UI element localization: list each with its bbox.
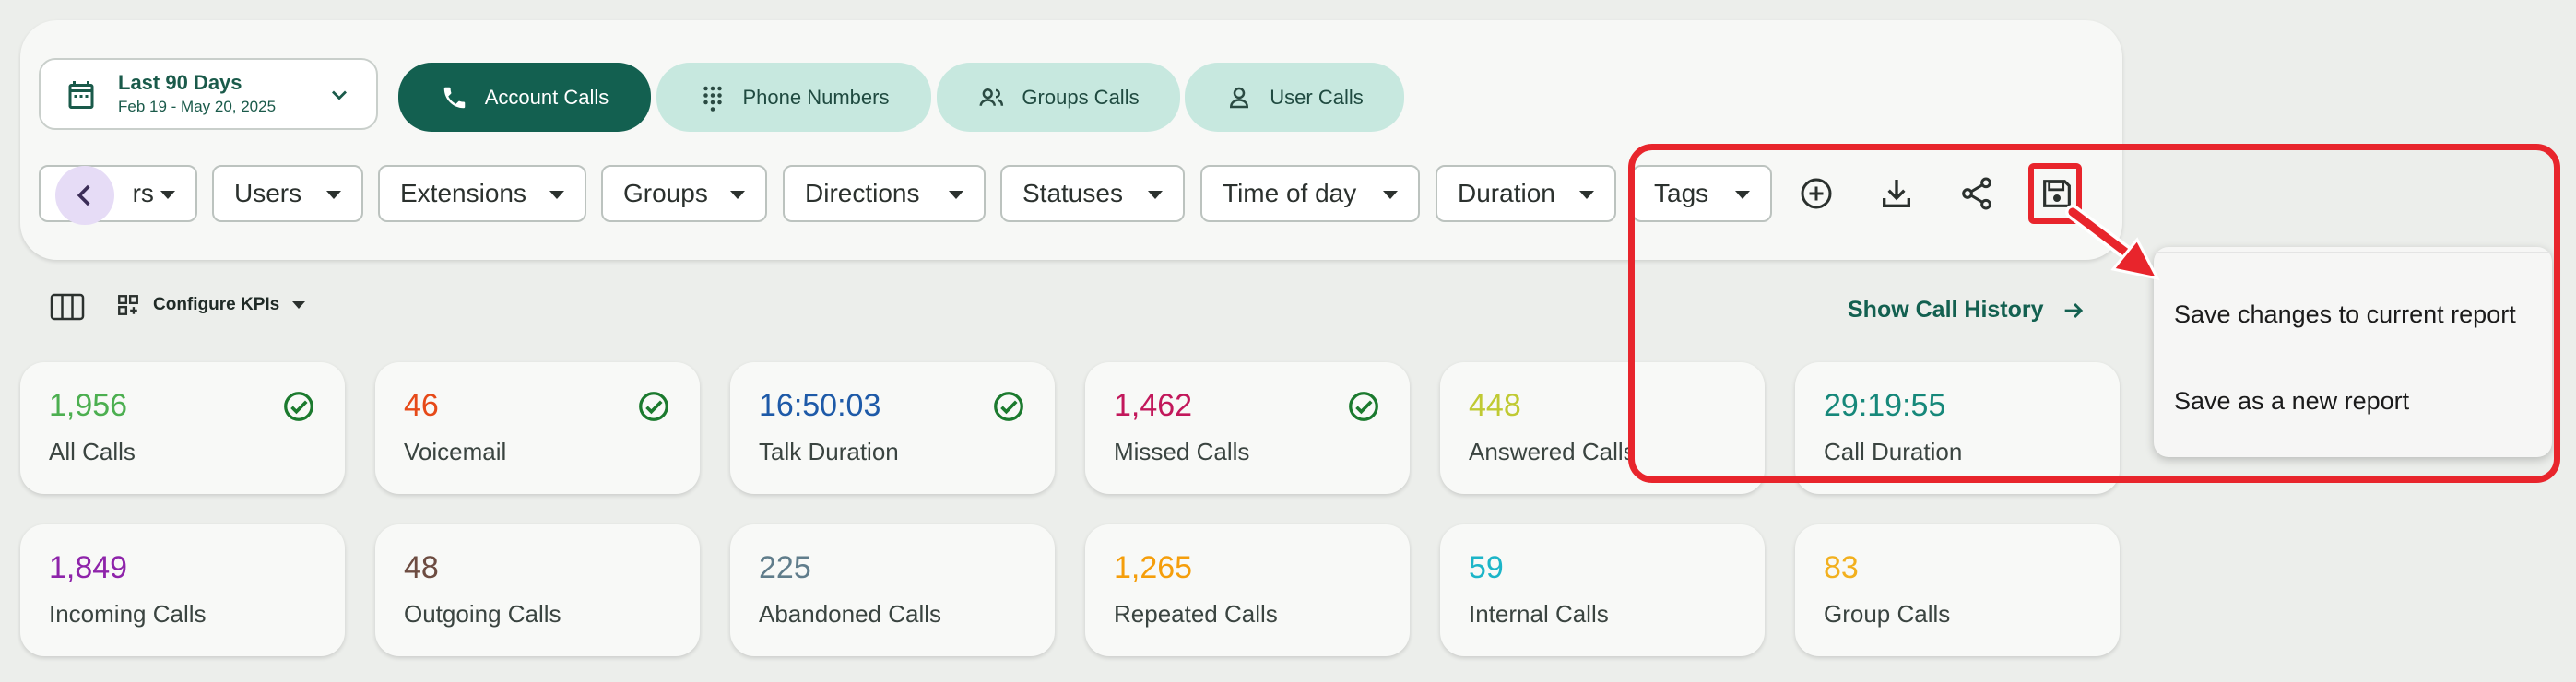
filter-label: Statuses: [1022, 179, 1123, 207]
filter-label: Extensions: [400, 179, 526, 207]
kpi-value: 1,462: [1114, 388, 1193, 423]
kpi-value: 448: [1469, 388, 1521, 423]
kpi-value: 1,849: [49, 550, 128, 585]
kpi-card-internal-calls[interactable]: 59 Internal Calls: [1440, 524, 1765, 656]
chevron-left-icon: [77, 184, 90, 206]
phone-icon: [443, 87, 465, 108]
caret-down-icon: [1383, 191, 1398, 199]
groups-icon: [979, 88, 1004, 106]
caret-down-icon: [549, 191, 564, 199]
kpi-label: Talk Duration: [759, 438, 899, 465]
tab-label: Phone Numbers: [742, 85, 890, 109]
kpi-label: Answered Calls: [1469, 438, 1636, 465]
scroll-left-button[interactable]: [55, 166, 114, 225]
date-range-picker[interactable]: Last 90 Days Feb 19 - May 20, 2025: [39, 58, 378, 130]
kpi-value: 83: [1824, 550, 1859, 585]
tab-label: Groups Calls: [1022, 85, 1140, 109]
check-circle-icon[interactable]: [637, 390, 670, 423]
check-circle-icon[interactable]: [282, 390, 315, 423]
kpi-label: Internal Calls: [1469, 600, 1609, 628]
calendar-icon: [68, 81, 94, 109]
kpi-card-incoming-calls[interactable]: 1,849 Incoming Calls: [20, 524, 345, 656]
kpi-label: Group Calls: [1824, 600, 1951, 628]
kpi-card-repeated-calls[interactable]: 1,265 Repeated Calls: [1085, 524, 1410, 656]
caret-down-icon: [292, 301, 306, 309]
date-range-dates: Feb 19 - May 20, 2025: [118, 98, 277, 115]
configure-kpis-label: Configure KPIs: [153, 295, 280, 314]
columns-icon: [50, 293, 85, 321]
check-circle-icon[interactable]: [992, 390, 1025, 423]
kpi-label: Repeated Calls: [1114, 600, 1278, 628]
caret-down-icon: [160, 191, 175, 199]
annotation-arrow-icon: [2065, 205, 2160, 281]
kpi-label: Voicemail: [404, 438, 507, 465]
kpi-value: 16:50:03: [759, 388, 881, 423]
tab-user-calls[interactable]: User Calls: [1185, 63, 1404, 132]
kpi-card-all-calls[interactable]: 1,956 All Calls: [20, 362, 345, 494]
filter-groups[interactable]: Groups: [601, 165, 767, 222]
kpi-card-outgoing-calls[interactable]: 48 Outgoing Calls: [375, 524, 700, 656]
kpi-label: Missed Calls: [1114, 438, 1250, 465]
annotation-highlight-box: [1628, 144, 2560, 483]
kpi-label: All Calls: [49, 438, 136, 465]
filter-label: Directions: [805, 179, 920, 207]
caret-down-icon: [326, 191, 341, 199]
filter-label: rs: [132, 179, 154, 207]
kpi-value: 59: [1469, 550, 1504, 585]
kpi-card-voicemail[interactable]: 46 Voicemail: [375, 362, 700, 494]
user-icon: [1230, 87, 1249, 108]
tab-groups-calls[interactable]: Groups Calls: [937, 63, 1180, 132]
filter-label: Groups: [623, 179, 708, 207]
kpi-label: Abandoned Calls: [759, 600, 942, 628]
kpi-label: Outgoing Calls: [404, 600, 561, 628]
check-circle-icon[interactable]: [1347, 390, 1380, 423]
kpi-card-talk-duration[interactable]: 16:50:03 Talk Duration: [730, 362, 1055, 494]
filter-label: Time of day: [1223, 179, 1357, 207]
caret-down-icon: [730, 191, 745, 199]
filter-statuses[interactable]: Statuses: [1000, 165, 1185, 222]
caret-down-icon: [1579, 191, 1594, 199]
dashboard-add-icon: [118, 295, 138, 315]
kpi-card-group-calls[interactable]: 83 Group Calls: [1795, 524, 2120, 656]
chevron-down-icon: [332, 90, 347, 100]
kpi-value: 225: [759, 550, 811, 585]
kpi-card-missed-calls[interactable]: 1,462 Missed Calls: [1085, 362, 1410, 494]
kpi-value: 1,956: [49, 388, 128, 423]
kpi-card-abandoned-calls[interactable]: 225 Abandoned Calls: [730, 524, 1055, 656]
tab-label: User Calls: [1270, 85, 1364, 109]
filter-label: Duration: [1458, 179, 1555, 207]
kpi-value: 48: [404, 550, 439, 585]
filter-time-of-day[interactable]: Time of day: [1200, 165, 1420, 222]
dialpad-icon: [703, 86, 722, 112]
caret-down-icon: [949, 191, 963, 199]
filter-users[interactable]: Users: [212, 165, 363, 222]
date-range-label: Last 90 Days: [118, 71, 242, 94]
filter-duration[interactable]: Duration: [1436, 165, 1616, 222]
tab-account-calls[interactable]: Account Calls: [398, 63, 651, 132]
filter-directions[interactable]: Directions: [783, 165, 986, 222]
caret-down-icon: [1148, 191, 1163, 199]
kpi-value: 1,265: [1114, 550, 1193, 585]
configure-kpis-button[interactable]: Configure KPIs: [116, 293, 306, 317]
filter-label: Users: [234, 179, 302, 207]
filter-extensions[interactable]: Extensions: [378, 165, 586, 222]
column-layout-button[interactable]: [50, 293, 85, 325]
kpi-label: Incoming Calls: [49, 600, 207, 628]
tab-phone-numbers[interactable]: Phone Numbers: [656, 63, 931, 132]
kpi-value: 46: [404, 388, 439, 423]
tab-label: Account Calls: [484, 85, 609, 109]
